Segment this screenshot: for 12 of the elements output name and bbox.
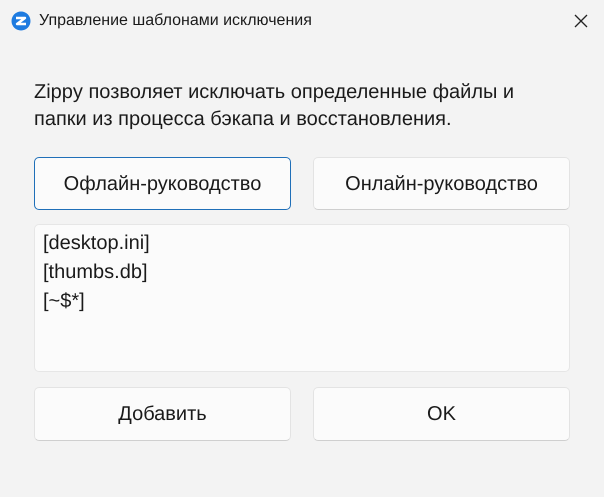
guide-button[interactable]: Офлайн-руководство: [34, 157, 291, 210]
pattern-item[interactable]: [desktop.ini]: [43, 229, 150, 258]
dialog-button[interactable]: OK: [313, 387, 570, 441]
pattern-item[interactable]: [~$*]: [43, 287, 85, 316]
close-icon: [574, 14, 588, 28]
description-text: Zippy позволяет исключать определенные файлы и папки из процесса бэкапа и восстановления.: [34, 80, 516, 132]
app-logo-icon: [11, 10, 31, 30]
guide-button[interactable]: Онлайн-руководство: [313, 157, 570, 210]
window-title: Управление шаблонами исключения: [39, 10, 312, 30]
pattern-list[interactable]: [desktop.ini] [thumbs.db] [~$*]: [34, 224, 570, 372]
dialog-button[interactable]: Добавить: [34, 387, 291, 441]
pattern-item[interactable]: [thumbs.db]: [43, 258, 148, 287]
